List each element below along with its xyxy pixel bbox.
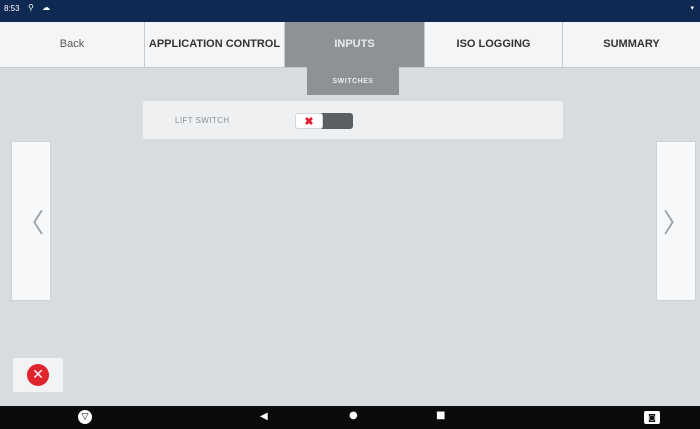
close-icon: ✕ <box>27 364 49 386</box>
toggle-off-icon: ✖ <box>295 113 323 129</box>
nav-home-icon[interactable]: ● <box>349 410 358 421</box>
subtab-switches[interactable]: SWITCHES <box>307 67 399 95</box>
status-bar: 8:53 ⚲ ☁ ▾ <box>0 0 700 22</box>
system-nav-bar: ▽ ◀ ● ■ ◙ <box>0 406 700 429</box>
lift-switch-label: LIFT SWITCH <box>175 116 230 125</box>
lift-switch-toggle[interactable]: ✖ <box>295 113 353 129</box>
previous-page-button[interactable]: 〈 <box>11 141 51 301</box>
status-icons: ⚲ ☁ <box>28 3 54 12</box>
chevron-right-icon: 〉 <box>662 208 689 239</box>
brand-logo-icon[interactable]: ▽ <box>78 410 92 424</box>
lift-switch-row: LIFT SWITCH ✖ <box>143 101 563 139</box>
tab-inputs[interactable]: INPUTS <box>285 22 425 67</box>
camera-icon[interactable]: ◙ <box>644 411 660 424</box>
signal-icon: ▾ <box>690 5 694 12</box>
nav-recents-icon[interactable]: ■ <box>436 410 445 421</box>
tab-application-control[interactable]: APPLICATION CONTROL <box>145 22 285 67</box>
toggle-knob <box>319 113 353 129</box>
top-navigation: Back APPLICATION CONTROL INPUTS ISO LOGG… <box>0 22 700 68</box>
status-time: 8:53 <box>4 4 20 13</box>
back-button[interactable]: Back <box>0 22 145 67</box>
chevron-left-icon: 〈 <box>17 208 44 239</box>
nav-back-icon[interactable]: ◀ <box>260 411 268 422</box>
tab-summary[interactable]: SUMMARY <box>563 22 700 67</box>
tab-iso-logging[interactable]: ISO LOGGING <box>425 22 563 67</box>
next-page-button[interactable]: 〉 <box>656 141 696 301</box>
close-button[interactable]: ✕ <box>13 358 63 392</box>
